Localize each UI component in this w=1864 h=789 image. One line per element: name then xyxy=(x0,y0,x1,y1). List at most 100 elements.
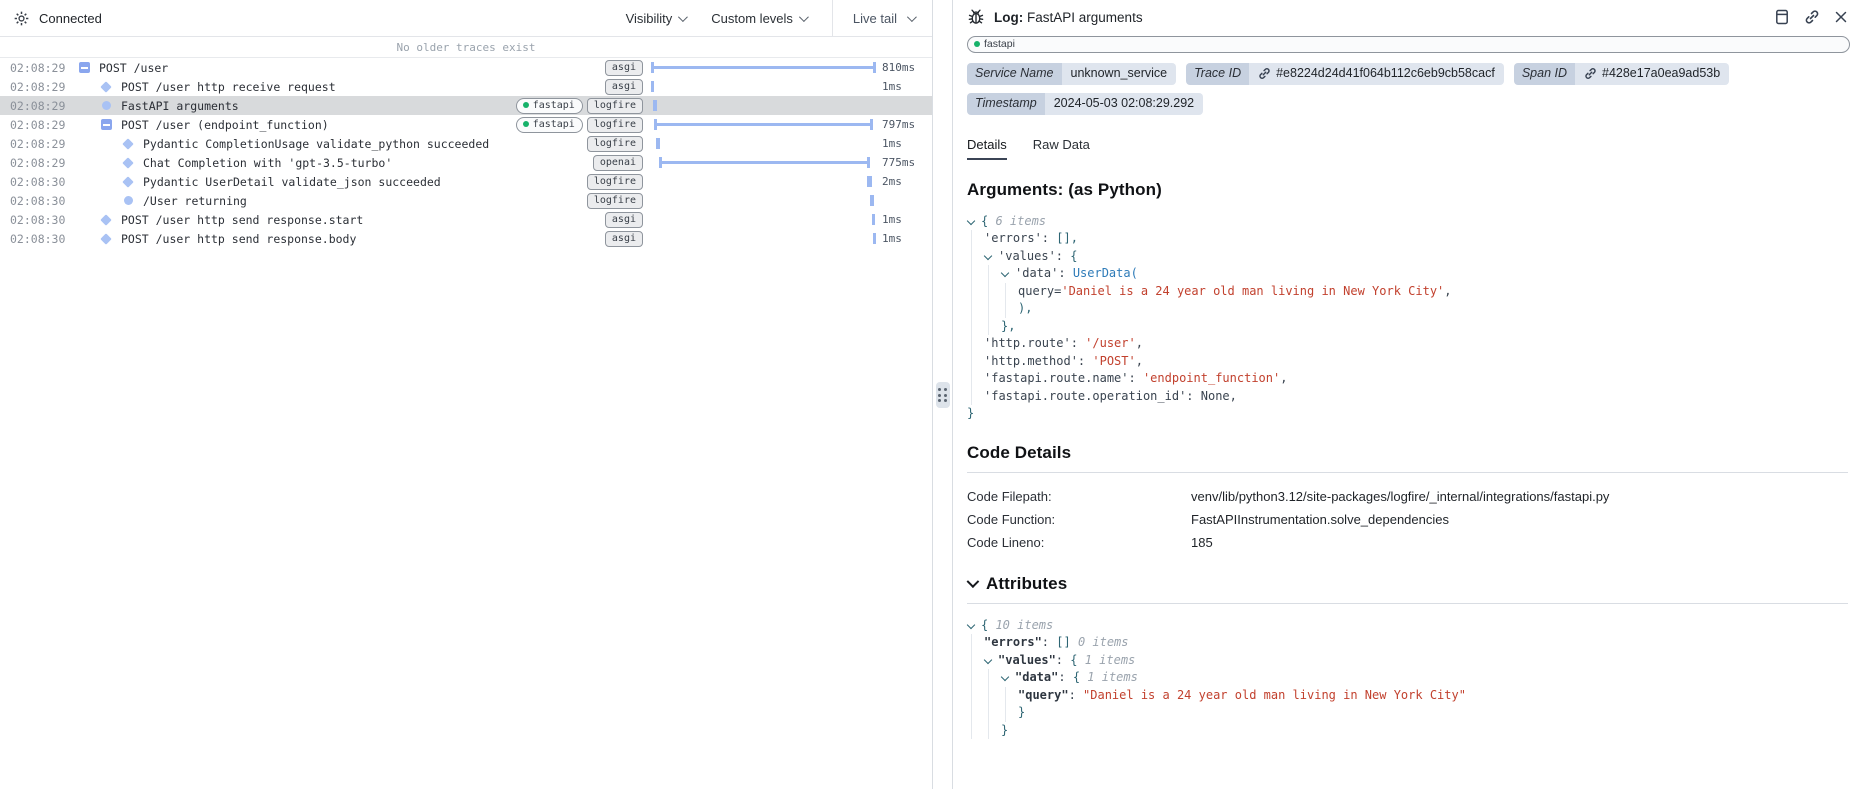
visibility-dropdown[interactable]: Visibility xyxy=(626,11,686,26)
collapse-icon[interactable] xyxy=(100,119,112,130)
tree-line: "data": { 1 items xyxy=(967,669,1848,687)
duration-bar xyxy=(870,195,874,206)
trace-timestamp: 02:08:30 xyxy=(10,232,72,246)
tree-line: "values": { 1 items xyxy=(967,652,1848,670)
trace-row[interactable]: 02:08:29 POST /user http receive request a… xyxy=(0,77,932,96)
openai-badge: openai xyxy=(593,155,643,171)
trace-row-badges: openai xyxy=(593,155,643,171)
trace-row[interactable]: 02:08:29POST /userasgi810ms xyxy=(0,58,932,77)
tree-line: 'values': { xyxy=(967,248,1848,266)
trace-timestamp: 02:08:30 xyxy=(10,175,72,189)
gear-icon[interactable] xyxy=(14,11,29,26)
collapse-icon[interactable] xyxy=(78,62,90,73)
duration-bar xyxy=(651,81,654,92)
chip-value: 2024-05-03 02:08:29.292 xyxy=(1045,93,1203,115)
span-diamond-icon xyxy=(100,83,112,91)
tree-text: } xyxy=(1018,704,1025,722)
indent-guide xyxy=(967,283,984,301)
tree-text: { 6 items xyxy=(981,213,1046,231)
duration-label: 797ms xyxy=(876,118,932,131)
trace-row-badges: fastapilogfire xyxy=(516,98,643,114)
duration-bar xyxy=(651,66,876,69)
duration-lane xyxy=(651,134,876,153)
trace-row[interactable]: 02:08:29POST /user (endpoint_function)fa… xyxy=(0,115,932,134)
indent-guide xyxy=(984,318,1001,336)
asgi-badge: asgi xyxy=(605,79,643,95)
attributes-heading[interactable]: Attributes xyxy=(967,574,1848,594)
indent-guide xyxy=(967,388,984,406)
asgi-badge: asgi xyxy=(605,231,643,247)
indent-guide xyxy=(1001,687,1018,705)
live-tail-dropdown[interactable]: Live tail xyxy=(832,0,932,36)
duration-lane xyxy=(651,172,876,191)
trace-row[interactable]: 02:08:30POST /user http send response.st… xyxy=(0,210,932,229)
span-diamond-icon xyxy=(122,159,134,167)
meta-chips-row2: Timestamp2024-05-03 02:08:29.292 xyxy=(967,93,1850,115)
indent-guide xyxy=(967,230,984,248)
tree-collapse-icon[interactable] xyxy=(984,652,998,670)
tree-collapse-icon[interactable] xyxy=(984,248,998,266)
tree-line: "errors": [] 0 items xyxy=(967,634,1848,652)
trace-row[interactable]: 02:08:30POST /user http send response.bo… xyxy=(0,229,932,248)
tree-collapse-icon[interactable] xyxy=(967,617,981,635)
duration-label: 1ms xyxy=(876,232,932,245)
indent-guide xyxy=(1001,283,1018,301)
span-diamond-icon xyxy=(122,178,134,186)
duration-label: 810ms xyxy=(876,61,932,74)
meta-rows: Service Nameunknown_serviceTrace ID#e822… xyxy=(953,53,1864,115)
trace-timestamp: 02:08:29 xyxy=(10,80,72,94)
chip-value[interactable]: #e8224d24d41f064b112c6eb9cb58cacf xyxy=(1249,63,1504,85)
custom-levels-dropdown[interactable]: Custom levels xyxy=(711,11,806,26)
tree-collapse-icon[interactable] xyxy=(1001,265,1015,283)
tree-collapse-icon[interactable] xyxy=(1001,669,1015,687)
trace-row[interactable]: 02:08:30Pydantic UserDetail validate_jso… xyxy=(0,172,932,191)
tree-line: }, xyxy=(967,318,1848,336)
chip-label: Trace ID xyxy=(1186,63,1249,85)
close-icon[interactable] xyxy=(1834,10,1848,24)
code-detail-value: 185 xyxy=(1191,531,1213,554)
trace-row[interactable]: 02:08:30/User returninglogfire xyxy=(0,191,932,210)
trace-timestamp: 02:08:29 xyxy=(10,137,72,151)
trace-row-label: POST /user http receive request xyxy=(121,80,336,94)
tree-line: } xyxy=(967,722,1848,740)
indent-guide xyxy=(967,353,984,371)
trace-panel: Connected Visibility Custom levels Live … xyxy=(0,0,933,789)
trace-row-badges: asgi xyxy=(605,231,643,247)
panel-resize-handle[interactable] xyxy=(933,0,952,789)
tree-text: "values": { 1 items xyxy=(998,652,1135,670)
app-root: Connected Visibility Custom levels Live … xyxy=(0,0,1864,789)
tab-raw-data[interactable]: Raw Data xyxy=(1033,137,1090,160)
trace-row[interactable]: 02:08:29 Pydantic CompletionUsage validat… xyxy=(0,134,932,153)
tree-text: "data": { 1 items xyxy=(1015,669,1138,687)
duration-lane xyxy=(651,153,876,172)
duration-lane xyxy=(651,115,876,134)
fastapi-badge: fastapi xyxy=(516,98,583,114)
reader-view-icon[interactable] xyxy=(1774,9,1790,25)
detail-title: Log: FastAPI arguments xyxy=(994,10,1143,25)
trace-row[interactable]: 02:08:29FastAPI argumentsfastapilogfire xyxy=(0,96,932,115)
trace-row-label: Pydantic CompletionUsage validate_python… xyxy=(143,137,489,151)
tag-row: fastapi xyxy=(953,34,1864,53)
chip-value[interactable]: #428e17a0ea9ad53b xyxy=(1575,63,1729,85)
link-icon[interactable] xyxy=(1804,9,1820,25)
span-diamond-icon xyxy=(122,140,134,148)
indent-guide xyxy=(967,318,984,336)
tree-text: } xyxy=(967,405,974,423)
trace-row[interactable]: 02:08:29Chat Completion with 'gpt-3.5-tu… xyxy=(0,153,932,172)
trace-timestamp: 02:08:29 xyxy=(10,118,72,132)
indent-guide xyxy=(967,335,984,353)
tree-text: } xyxy=(1001,722,1008,740)
duration-bar xyxy=(873,233,876,244)
trace-id-chip: Trace ID#e8224d24d41f064b112c6eb9cb58cac… xyxy=(1186,63,1504,85)
trace-row-badges: asgi xyxy=(605,60,643,76)
tree-collapse-icon[interactable] xyxy=(967,213,981,231)
duration-bar xyxy=(867,176,872,187)
code-detail-value: venv/lib/python3.12/site-packages/logfir… xyxy=(1191,485,1609,508)
chip-label: Service Name xyxy=(967,63,1062,85)
tab-details[interactable]: Details xyxy=(967,137,1007,160)
chip-label: Timestamp xyxy=(967,93,1045,115)
tree-text: { 10 items xyxy=(981,617,1053,635)
tree-text: 'http.method': 'POST', xyxy=(984,353,1143,371)
trace-timestamp: 02:08:30 xyxy=(10,194,72,208)
trace-list: 02:08:29POST /userasgi810ms02:08:29POST … xyxy=(0,58,932,789)
